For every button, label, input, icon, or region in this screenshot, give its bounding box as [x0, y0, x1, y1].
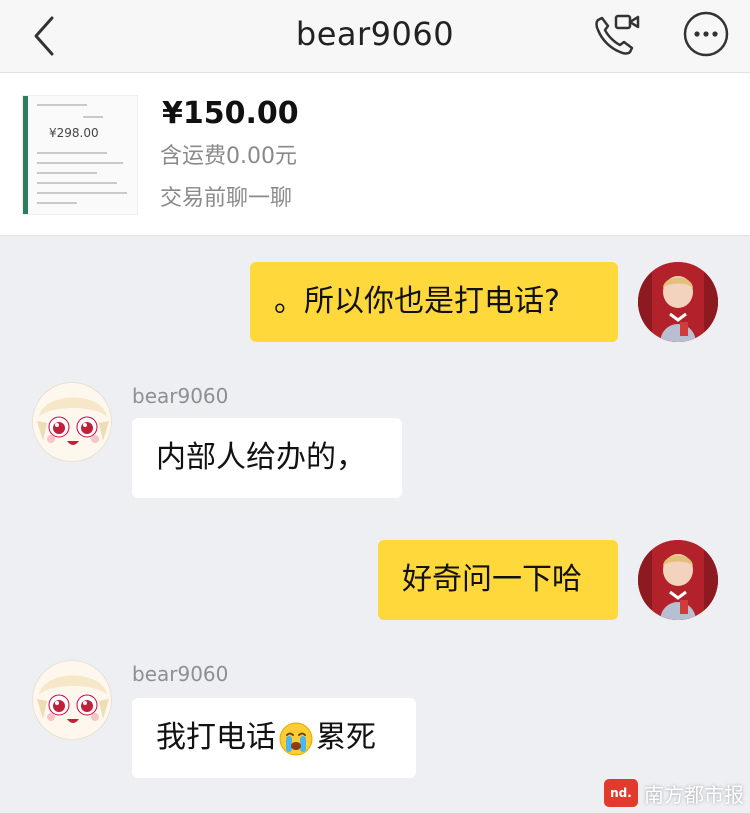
call-button[interactable] — [590, 10, 642, 60]
self-avatar[interactable] — [638, 262, 718, 342]
message-bubble-outgoing[interactable]: 好奇问一下哈 — [378, 540, 618, 620]
thumbnail-price: ¥298.00 — [49, 126, 99, 140]
message-text-before: 我打电话 — [156, 720, 276, 755]
chat-hint: 交易前聊一聊 — [160, 186, 293, 211]
contact-avatar-image — [33, 383, 111, 461]
more-button[interactable] — [682, 10, 730, 58]
phone-video-icon — [595, 14, 640, 55]
self-avatar[interactable] — [638, 540, 718, 620]
message-sender: bear9060 — [132, 384, 229, 408]
contact-avatar[interactable] — [32, 660, 112, 740]
watermark-logo: nd. — [604, 779, 638, 807]
watermark-text: 南方都市报 — [644, 782, 744, 807]
product-card[interactable]: ¥298.00 — [0, 73, 750, 236]
self-avatar-image — [638, 540, 718, 620]
chat-header: bear9060 — [0, 0, 750, 73]
product-thumbnail[interactable]: ¥298.00 — [22, 95, 138, 215]
message-sender: bear9060 — [132, 662, 229, 686]
contact-avatar[interactable] — [32, 382, 112, 462]
message-bubble-outgoing[interactable]: 。所以你也是打电话? — [250, 262, 618, 342]
crying-face-icon — [279, 722, 313, 755]
self-avatar-image — [638, 262, 718, 342]
message-bubble-incoming[interactable]: 内部人给办的， — [132, 418, 402, 498]
watermark: nd. 南方都市报 — [604, 778, 744, 808]
shipping-info: 含运费0.00元 — [160, 144, 297, 169]
product-price: ¥150.00 — [162, 96, 299, 131]
message-text-after: 累死 — [316, 720, 376, 755]
more-dots-icon — [683, 11, 729, 57]
message-bubble-incoming[interactable]: 我打电话 累死 — [132, 698, 416, 778]
contact-avatar-image — [33, 661, 111, 739]
